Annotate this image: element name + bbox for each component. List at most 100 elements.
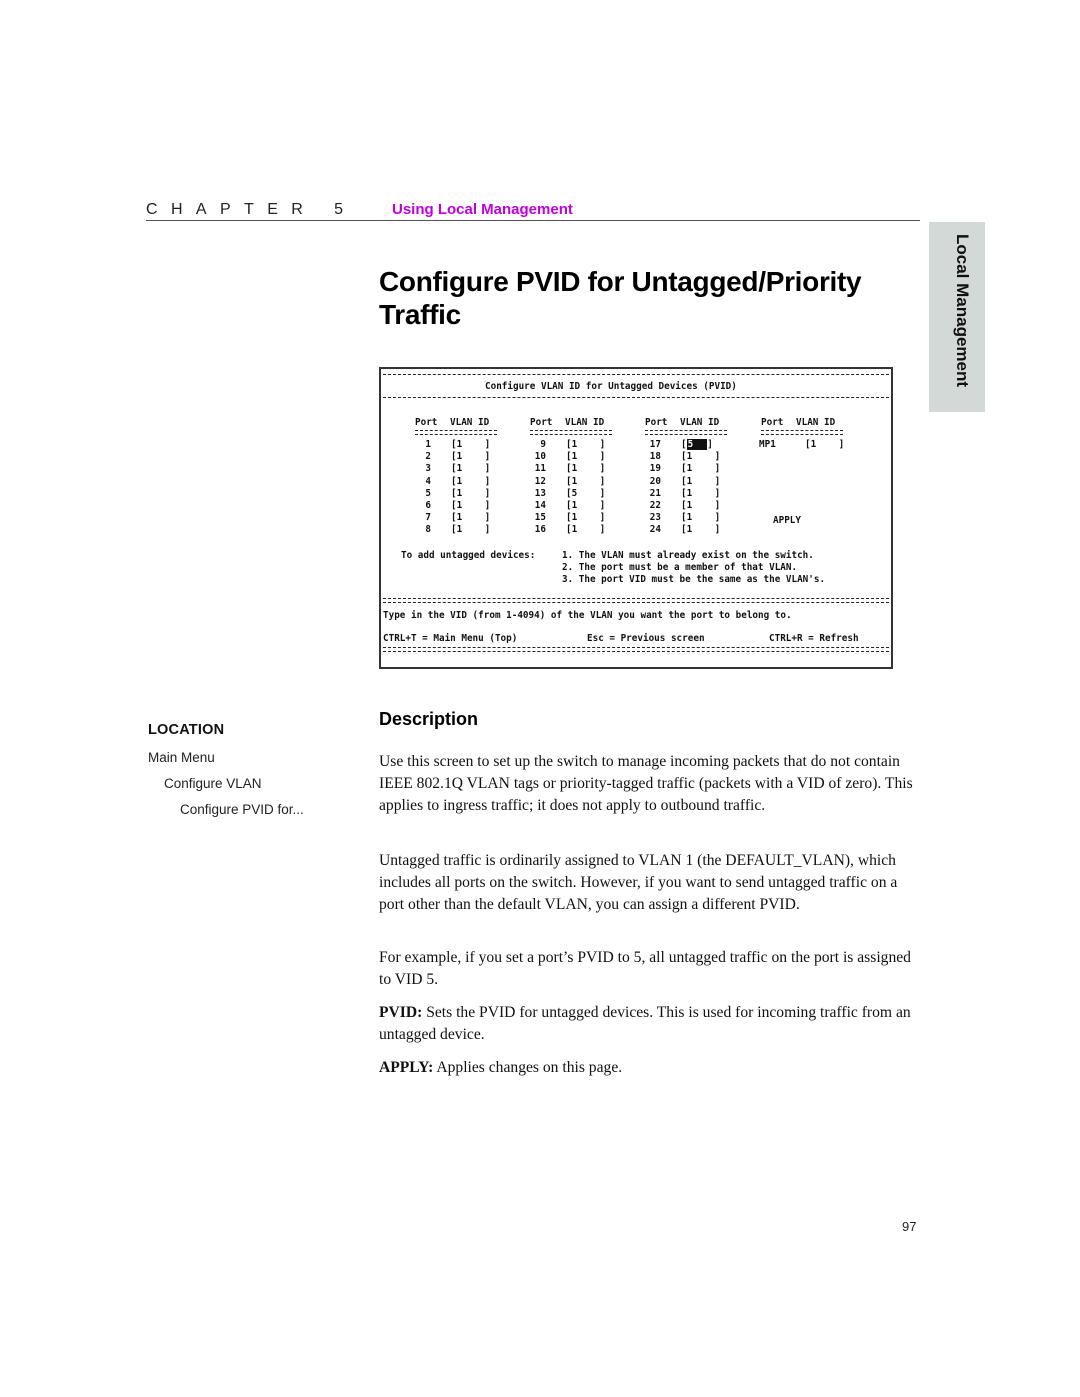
port-number: 12 — [534, 475, 546, 487]
pvid-value: 5 — [686, 439, 708, 450]
column-rule — [761, 430, 843, 435]
pvid-input[interactable]: [1 ] — [805, 439, 844, 450]
pvid-input[interactable]: [1 ] — [681, 512, 720, 523]
divider — [383, 647, 889, 652]
field-padding — [692, 463, 714, 474]
field-padding — [462, 476, 484, 487]
port-number: 2 — [425, 451, 431, 463]
field-term: APPLY: — [379, 1059, 434, 1076]
bracket: ] — [484, 487, 491, 499]
field-padding — [462, 524, 484, 535]
shortcut-main-menu[interactable]: CTRL+T = Main Menu (Top) — [383, 633, 517, 644]
pvid-input[interactable]: [1 ] — [451, 463, 490, 474]
port-number: 13 — [534, 487, 546, 499]
port-number: 15 — [534, 512, 546, 524]
pvid-input[interactable]: [1 ] — [451, 488, 490, 499]
bracket: ] — [714, 512, 721, 524]
port-number: 24 — [649, 524, 661, 536]
shortcut-refresh[interactable]: CTRL+R = Refresh — [769, 633, 859, 644]
note-item: 1. The VLAN must already exist on the sw… — [562, 550, 814, 561]
bracket: ] — [838, 439, 845, 450]
pvid-input[interactable]: [5] — [681, 439, 713, 450]
port-number: 14 — [534, 500, 546, 511]
field-padding — [462, 500, 484, 511]
pvid-input[interactable]: [1 ] — [451, 476, 490, 487]
pvid-input[interactable]: [1 ] — [681, 524, 720, 535]
field-text: Sets the PVID for untagged devices. This… — [379, 1004, 911, 1043]
location-panel: LOCATION Main Menu Configure VLAN Config… — [148, 722, 304, 817]
field-padding — [692, 512, 714, 523]
port-number: 1 — [425, 439, 431, 450]
column-header-port: Port — [761, 417, 784, 428]
pvid-input[interactable]: [1 ] — [451, 500, 490, 511]
pvid-input[interactable]: [1 ] — [681, 451, 720, 462]
chapter-label: CHAPTER 5 — [146, 201, 357, 218]
pvid-input[interactable]: [1 ] — [681, 463, 720, 474]
bracket: ] — [599, 500, 606, 511]
location-item-configure-vlan[interactable]: Configure VLAN — [164, 776, 262, 791]
pvid-input[interactable]: [1 ] — [451, 512, 490, 523]
bracket: ] — [599, 463, 606, 475]
port-number: 10 — [534, 451, 546, 463]
shortcut-previous-screen[interactable]: Esc = Previous screen — [587, 633, 705, 644]
location-item-configure-pvid[interactable]: Configure PVID for... — [180, 802, 304, 817]
bracket: ] — [484, 451, 491, 463]
column-rule — [645, 430, 727, 435]
pvid-input[interactable]: [1 ] — [451, 439, 490, 450]
field-padding — [577, 451, 599, 462]
bracket: ] — [484, 524, 491, 536]
bracket: ] — [484, 475, 491, 487]
bracket: ] — [714, 463, 721, 475]
bracket: ] — [599, 487, 606, 499]
port-number: 4 — [425, 475, 431, 487]
pvid-input[interactable]: [5 ] — [566, 488, 605, 499]
port-number: 5 — [425, 487, 431, 499]
field-padding — [692, 476, 714, 487]
bracket: ] — [707, 439, 713, 450]
port-number: 8 — [425, 524, 431, 536]
field-padding — [577, 488, 599, 499]
description-paragraph: For example, if you set a port’s PVID to… — [379, 949, 911, 988]
field-padding — [462, 451, 484, 462]
pvid-input[interactable]: [1 ] — [451, 524, 490, 535]
field-padding — [692, 524, 714, 535]
field-padding — [462, 488, 484, 499]
pvid-input[interactable]: [1 ] — [566, 500, 605, 511]
section-side-tab: Local Management — [929, 222, 985, 412]
bracket: [ — [681, 439, 687, 450]
terminal-screenshot: Configure VLAN ID for Untagged Devices (… — [379, 367, 893, 669]
port-number: 7 — [425, 512, 431, 524]
field-text: Applies changes on this page. — [433, 1059, 623, 1076]
location-item-main-menu[interactable]: Main Menu — [148, 750, 215, 765]
pvid-input[interactable]: [1 ] — [681, 476, 720, 487]
column-header-port: Port — [645, 417, 668, 428]
page-title: Configure PVID for Untagged/Priority Tra… — [379, 266, 862, 330]
description-paragraph: Untagged traffic is ordinarily assigned … — [379, 852, 898, 913]
pvid-input[interactable]: [1 ] — [566, 439, 605, 450]
bracket: ] — [484, 512, 491, 524]
field-padding — [692, 500, 714, 511]
pvid-input[interactable]: [1 ] — [451, 451, 490, 462]
bracket: ] — [484, 500, 491, 511]
note-item: 3. The port VID must be the same as the … — [562, 574, 826, 585]
pvid-input[interactable]: [1 ] — [681, 488, 720, 499]
port-number: 16 — [534, 524, 546, 536]
field-padding — [692, 451, 714, 462]
port-number: 11 — [534, 463, 546, 475]
port-number: 21 — [649, 487, 661, 499]
field-padding — [577, 500, 599, 511]
apply-button[interactable]: APPLY — [773, 515, 801, 526]
bracket: ] — [484, 463, 491, 475]
port-number: 23 — [649, 512, 661, 524]
port-number: 22 — [649, 500, 661, 511]
pvid-input[interactable]: [1 ] — [566, 451, 605, 462]
pvid-input[interactable]: [1 ] — [566, 463, 605, 474]
field-padding — [462, 439, 484, 450]
chapter-title: Using Local Management — [392, 201, 573, 218]
pvid-input[interactable]: [1 ] — [681, 500, 720, 511]
column-header-vlan-id: VLAN ID — [796, 417, 836, 428]
pvid-input[interactable]: [1 ] — [566, 524, 605, 535]
pvid-input[interactable]: [1 ] — [566, 512, 605, 523]
pvid-input[interactable]: [1 ] — [566, 476, 605, 487]
field-padding — [816, 439, 838, 450]
